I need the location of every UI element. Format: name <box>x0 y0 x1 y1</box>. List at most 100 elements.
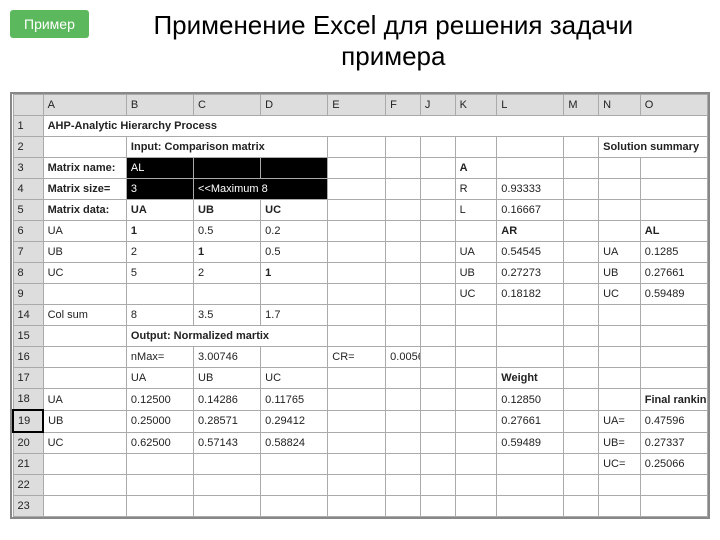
cell[interactable]: 0.58824 <box>261 432 328 454</box>
cell[interactable]: 0.0056 <box>386 347 421 368</box>
col-B[interactable]: B <box>126 95 193 116</box>
cell[interactable]: 3.5 <box>194 305 261 326</box>
cell[interactable]: UC <box>43 263 126 284</box>
cell[interactable]: 0.5 <box>261 242 328 263</box>
cell[interactable]: 0.12500 <box>126 389 193 411</box>
cell[interactable]: 0.27273 <box>497 263 564 284</box>
cell[interactable]: 0.27661 <box>497 410 564 432</box>
cell[interactable]: 8 <box>126 305 193 326</box>
cell[interactable]: UB <box>43 242 126 263</box>
col-C[interactable]: C <box>194 95 261 116</box>
cell[interactable]: 0.27661 <box>640 263 707 284</box>
col-A[interactable]: A <box>43 95 126 116</box>
cell[interactable]: UA= <box>599 410 641 432</box>
cell[interactable]: 0.5 <box>194 221 261 242</box>
cell[interactable]: 0.18182 <box>497 284 564 305</box>
cell[interactable]: AL <box>126 158 193 179</box>
cell[interactable]: 0.62500 <box>126 432 193 454</box>
cell[interactable]: CR= <box>328 347 386 368</box>
cell[interactable]: 1 <box>261 263 328 284</box>
cell[interactable]: R <box>455 179 497 200</box>
cell[interactable]: 3 <box>126 179 193 200</box>
cell[interactable]: Final ranking <box>640 389 707 411</box>
cell[interactable]: 0.14286 <box>194 389 261 411</box>
cell[interactable]: UC <box>261 200 328 221</box>
cell[interactable]: UA <box>126 200 193 221</box>
cell[interactable]: 0.25000 <box>126 410 193 432</box>
cell[interactable]: Col sum <box>43 305 126 326</box>
cell[interactable]: 0.1285 <box>640 242 707 263</box>
cell[interactable]: A <box>455 158 497 179</box>
row-18[interactable]: 18 <box>13 389 43 411</box>
row-6[interactable]: 6 <box>13 221 43 242</box>
cell[interactable]: UC <box>599 284 641 305</box>
row-8[interactable]: 8 <box>13 263 43 284</box>
row-19[interactable]: 19 <box>13 410 43 432</box>
cell[interactable]: nMax= <box>126 347 193 368</box>
cell[interactable]: UB <box>194 368 261 389</box>
cell[interactable]: 0.29412 <box>261 410 328 432</box>
row-17[interactable]: 17 <box>13 368 43 389</box>
cell[interactable]: 1 <box>194 242 261 263</box>
cell[interactable]: UC <box>261 368 328 389</box>
cell[interactable]: 2 <box>194 263 261 284</box>
cell[interactable]: 0.27337 <box>640 432 707 454</box>
row-7[interactable]: 7 <box>13 242 43 263</box>
cell[interactable]: 0.11765 <box>261 389 328 411</box>
row-22[interactable]: 22 <box>13 475 43 496</box>
col-F[interactable]: F <box>386 95 421 116</box>
cell[interactable]: 0.59489 <box>640 284 707 305</box>
cell[interactable]: 0.28571 <box>194 410 261 432</box>
cell[interactable]: UA <box>599 242 641 263</box>
cell[interactable]: 0.59489 <box>497 432 564 454</box>
cell-input-header[interactable]: Input: Comparison matrix <box>126 137 327 158</box>
cell[interactable]: UC <box>455 284 497 305</box>
col-E[interactable]: E <box>328 95 386 116</box>
cell[interactable]: UB <box>43 410 126 432</box>
cell[interactable]: 5 <box>126 263 193 284</box>
cell-output-header[interactable]: Output: Normalized martix <box>126 326 327 347</box>
cell[interactable]: Matrix name: <box>43 158 126 179</box>
cell[interactable]: Matrix size= <box>43 179 126 200</box>
row-23[interactable]: 23 <box>13 496 43 517</box>
cell[interactable]: 0.57143 <box>194 432 261 454</box>
col-L[interactable]: L <box>497 95 564 116</box>
cell[interactable]: UB= <box>599 432 641 454</box>
cell[interactable]: 0.25066 <box>640 454 707 475</box>
col-M[interactable]: M <box>564 95 599 116</box>
cell[interactable]: 1.7 <box>261 305 328 326</box>
cell[interactable]: UC= <box>599 454 641 475</box>
cell[interactable]: 2 <box>126 242 193 263</box>
row-4[interactable]: 4 <box>13 179 43 200</box>
cell[interactable]: UA <box>43 221 126 242</box>
cell[interactable]: UB <box>194 200 261 221</box>
row-5[interactable]: 5 <box>13 200 43 221</box>
cell[interactable]: 0.54545 <box>497 242 564 263</box>
cell[interactable]: 0.16667 <box>497 200 564 221</box>
cell[interactable]: <<Maximum 8 <box>194 179 328 200</box>
row-21[interactable]: 21 <box>13 454 43 475</box>
cell[interactable]: 0.93333 <box>497 179 564 200</box>
cell[interactable]: UA <box>455 242 497 263</box>
col-J[interactable]: J <box>420 95 455 116</box>
col-N[interactable]: N <box>599 95 641 116</box>
cell[interactable]: 0.2 <box>261 221 328 242</box>
cell[interactable]: AR <box>497 221 564 242</box>
cell[interactable]: 1 <box>126 221 193 242</box>
col-O[interactable]: O <box>640 95 707 116</box>
cell[interactable]: L <box>455 200 497 221</box>
cell[interactable]: 0.12850 <box>497 389 564 411</box>
col-D[interactable]: D <box>261 95 328 116</box>
row-16[interactable]: 16 <box>13 347 43 368</box>
cell-title[interactable]: AHP-Analytic Hierarchy Process <box>43 116 707 137</box>
cell[interactable]: Matrix data: <box>43 200 126 221</box>
row-14[interactable]: 14 <box>13 305 43 326</box>
cell[interactable]: 0.47596 <box>640 410 707 432</box>
cell[interactable]: UA <box>126 368 193 389</box>
cell[interactable]: UB <box>599 263 641 284</box>
row-15[interactable]: 15 <box>13 326 43 347</box>
cell[interactable]: UC <box>43 432 126 454</box>
col-K[interactable]: K <box>455 95 497 116</box>
cell[interactable]: Weight <box>497 368 564 389</box>
row-3[interactable]: 3 <box>13 158 43 179</box>
